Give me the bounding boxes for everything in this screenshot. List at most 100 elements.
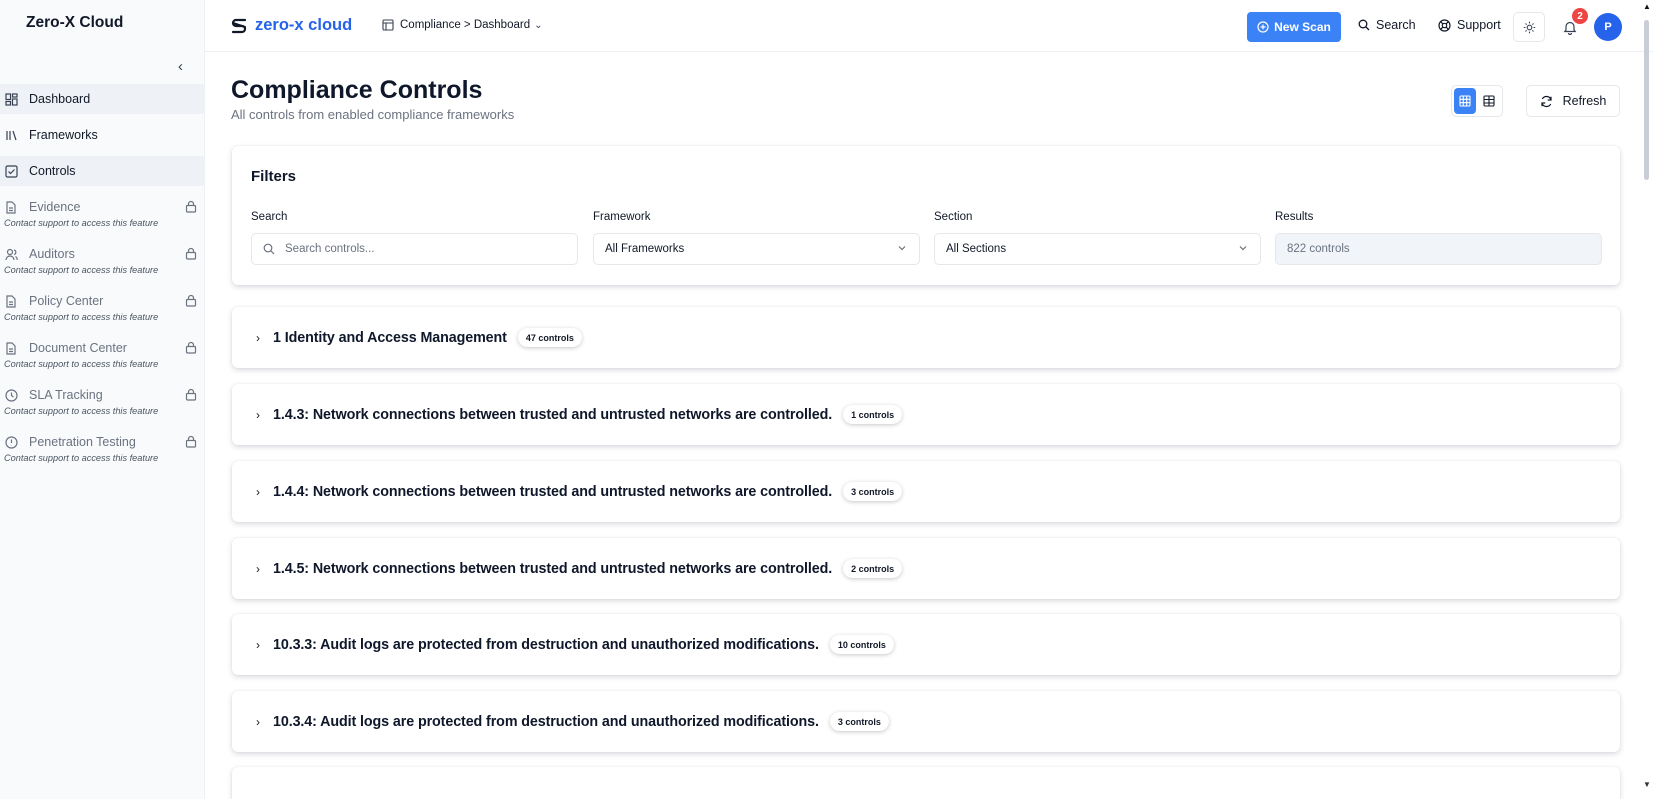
controls-count-badge: 2 controls [843,559,903,578]
chevron-down-icon: ⌄ [534,19,543,31]
controls-count-badge: 47 controls [517,328,582,347]
lock-icon [185,435,197,451]
controls-count-badge: 10 controls [829,635,894,654]
chevron-left-icon[interactable]: ‹ [178,58,183,75]
page-scrollbar[interactable]: ▲ ▼ [1641,0,1653,799]
sidebar-item-label: Document Center [29,341,127,355]
control-group[interactable]: › 1.4.4: Network connections between tru… [232,461,1620,522]
search-input[interactable]: Search controls... [251,233,578,265]
control-group-title: 1 Identity and Access Management [273,329,507,346]
control-group-title: 1.4.3: Network connections between trust… [273,406,833,423]
chevron-right-icon: › [256,484,260,499]
results-count-field: 822 controls [1275,233,1602,265]
chevron-right-icon: › [256,561,260,576]
control-group-header[interactable]: › 10.3.3: Audit logs are protected from … [256,614,894,675]
sidebar-item-dashboard[interactable]: Dashboard [0,84,205,114]
scroll-down-icon[interactable]: ▼ [1643,780,1651,789]
controls-count-badge: 3 controls [829,712,889,731]
sidebar-item-label: SLA Tracking [29,388,103,402]
controls-count-badge: 3 controls [843,482,903,501]
lock-icon [185,294,197,310]
control-group-header[interactable]: › 1.4.3: Network connections between tru… [256,384,903,445]
sidebar-item-label: Penetration Testing [29,435,136,449]
refresh-button[interactable]: Refresh [1526,85,1620,117]
control-group-header[interactable]: › 1 Identity and Access Management 47 co… [256,307,582,368]
control-group-title: 10.3.4: Audit logs are protected from de… [273,713,819,730]
results-label: Results [1275,211,1314,223]
grid-view-button[interactable] [1454,88,1476,114]
sidebar-item-evidence[interactable]: Evidence [0,192,205,222]
lock-icon [185,341,197,357]
top-header: zero-x cloud Compliance > Dashboard ⌄ Ne… [205,0,1653,52]
breadcrumb[interactable]: Compliance > Dashboard ⌄ [382,19,542,31]
sidebar-item-penetration-testing[interactable]: Penetration Testing [0,427,205,457]
sidebar-item-frameworks[interactable]: Frameworks [0,120,205,150]
sidebar-item-label: Auditors [29,247,75,261]
search-button[interactable]: Search [1358,18,1416,32]
control-group[interactable]: › 1.4.5: Network connections between tru… [232,538,1620,599]
control-group[interactable]: › 10.3.3: Audit logs are protected from … [232,614,1620,675]
refresh-label: Refresh [1562,94,1607,108]
sidebar-item-label: Controls [29,164,76,178]
lock-icon [185,388,197,404]
control-group[interactable]: › 10.3.4: Audit logs are protected from … [232,691,1620,752]
control-group-title: 1.4.4: Network connections between trust… [273,483,833,500]
control-group-partial[interactable] [232,767,1620,799]
brand-name: zero-x cloud [255,15,353,34]
control-group-header[interactable]: › 10.3.4: Audit logs are protected from … [256,691,889,752]
life-buoy-icon [1438,18,1451,32]
table-view-button[interactable] [1478,88,1500,114]
lock-icon [185,247,197,263]
control-group-title: 1.4.5: Network connections between trust… [273,560,833,577]
checkbox-icon [4,164,18,178]
section-select[interactable]: All Sections [934,233,1261,265]
search-icon [1358,19,1370,31]
sidebar-item-controls[interactable]: Controls [0,156,205,186]
sidebar-item-sla-tracking[interactable]: SLA Tracking [0,380,205,410]
scroll-up-icon[interactable]: ▲ [1643,2,1651,11]
sidebar-item-label: Evidence [29,200,81,214]
dashboard-icon [4,92,18,106]
sidebar-item-document-center[interactable]: Document Center [0,333,205,363]
users-icon [4,247,18,261]
control-group-header[interactable]: › 1.4.5: Network connections between tru… [256,538,903,599]
avatar[interactable]: P [1594,13,1622,41]
control-group-header[interactable]: › 1.4.4: Network connections between tru… [256,461,903,522]
layout-icon [382,19,394,31]
control-group[interactable]: › 1 Identity and Access Management 47 co… [232,307,1620,368]
support-button-label: Support [1457,18,1501,32]
brand-logo[interactable]: zero-x cloud [229,15,352,35]
search-button-label: Search [1376,18,1416,32]
new-scan-button[interactable]: New Scan [1247,12,1341,42]
framework-filter-label: Framework [593,211,651,223]
chevron-down-icon [897,243,907,256]
support-button[interactable]: Support [1438,18,1501,32]
sidebar: Zero-X Cloud ‹ Dashboard Frameworks Cont… [0,0,205,799]
theme-toggle-button[interactable] [1513,12,1545,42]
sidebar-title: Zero-X Cloud [26,14,124,31]
results-count: 822 controls [1287,243,1350,255]
sidebar-item-policy-center[interactable]: Policy Center [0,286,205,316]
file-icon [4,341,18,355]
library-icon [4,128,18,142]
zero-x-logo-icon [231,18,247,34]
grid-icon [1459,95,1471,107]
control-group[interactable]: › 1.4.3: Network connections between tru… [232,384,1620,445]
breadcrumb-text: Compliance > Dashboard [400,19,531,31]
sun-icon [1523,21,1535,33]
framework-select[interactable]: All Frameworks [593,233,920,265]
scrollbar-thumb[interactable] [1644,20,1649,180]
control-group-title: 10.3.3: Audit logs are protected from de… [273,636,819,653]
sidebar-nav: Dashboard Frameworks Controls Evidence C… [0,84,205,474]
new-scan-label: New Scan [1274,20,1331,34]
chevron-down-icon [1238,243,1248,256]
alert-circle-icon [4,435,18,449]
filters-title: Filters [251,168,297,185]
search-icon [263,243,275,255]
file-icon [4,200,18,214]
sidebar-item-auditors[interactable]: Auditors [0,239,205,269]
page-subtitle: All controls from enabled compliance fra… [231,107,515,122]
controls-count-badge: 1 controls [843,405,903,424]
refresh-icon [1541,95,1552,107]
framework-select-value: All Frameworks [605,243,685,255]
